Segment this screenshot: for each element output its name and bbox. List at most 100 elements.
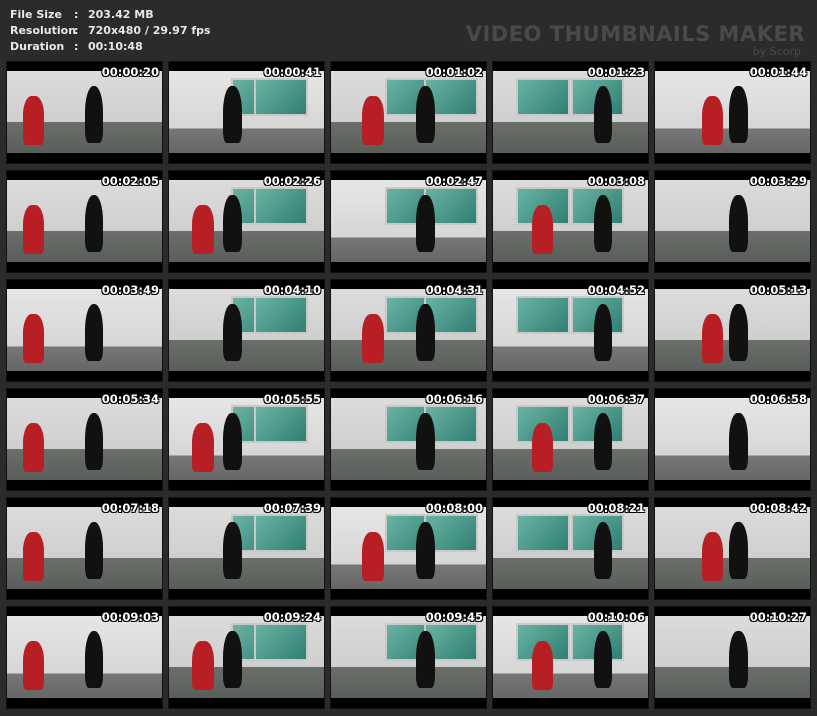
person-shape xyxy=(362,95,384,145)
thumbnail-frame-image xyxy=(331,616,486,698)
thumbnail[interactable]: 00:02:05 xyxy=(6,170,163,273)
thumbnail-frame-image xyxy=(493,180,648,262)
thumbnail[interactable]: 00:08:00 xyxy=(330,497,487,600)
person-shape xyxy=(223,85,242,144)
window-shape xyxy=(516,77,570,116)
person-shape xyxy=(729,412,748,471)
person-shape xyxy=(729,630,748,689)
thumbnail[interactable]: 00:01:23 xyxy=(492,61,649,164)
thumbnail[interactable]: 00:09:24 xyxy=(168,606,325,709)
info-label: Resolution xyxy=(10,24,77,37)
thumbnail-timestamp: 00:04:10 xyxy=(263,283,321,297)
thumbnail[interactable]: 00:05:13 xyxy=(654,279,811,382)
thumbnail-timestamp: 00:05:34 xyxy=(101,392,159,406)
thumbnail-frame-image xyxy=(7,289,162,371)
thumbnail-timestamp: 00:06:37 xyxy=(587,392,645,406)
thumbnail[interactable]: 00:06:16 xyxy=(330,388,487,491)
thumbnail-timestamp: 00:02:05 xyxy=(101,174,159,188)
thumbnail[interactable]: 00:08:21 xyxy=(492,497,649,600)
info-value: 00:10:48 xyxy=(88,40,143,53)
person-shape xyxy=(192,640,214,690)
thumbnail[interactable]: 00:03:49 xyxy=(6,279,163,382)
person-shape xyxy=(593,194,613,253)
person-shape xyxy=(531,640,554,690)
person-shape xyxy=(22,422,45,472)
thumbnail-frame-image xyxy=(655,616,810,698)
person-shape xyxy=(223,630,242,689)
thumbnail-timestamp: 00:01:02 xyxy=(425,65,483,79)
info-separator: : xyxy=(74,8,79,21)
thumbnail-timestamp: 00:09:24 xyxy=(263,610,321,624)
thumbnail[interactable]: 00:09:03 xyxy=(6,606,163,709)
thumbnail[interactable]: 00:04:31 xyxy=(330,279,487,382)
thumbnail[interactable]: 00:03:29 xyxy=(654,170,811,273)
thumbnail-frame-image xyxy=(169,71,324,153)
info-label: File Size xyxy=(10,8,62,21)
thumbnail-timestamp: 00:06:58 xyxy=(749,392,807,406)
thumbnail[interactable]: 00:01:44 xyxy=(654,61,811,164)
thumbnail-frame-image xyxy=(493,289,648,371)
thumbnail-frame-image xyxy=(7,616,162,698)
thumbnail-timestamp: 00:01:44 xyxy=(749,65,807,79)
brand-watermark: VIDEO THUMBNAILS MAKER by Scorp xyxy=(466,22,805,58)
thumbnail[interactable]: 00:07:39 xyxy=(168,497,325,600)
window-shape xyxy=(254,77,308,116)
thumbnail[interactable]: 00:01:02 xyxy=(330,61,487,164)
info-row-file-size: File Size : 203.42 MB xyxy=(10,7,211,23)
window-shape xyxy=(254,513,308,552)
thumbnail-timestamp: 00:04:31 xyxy=(425,283,483,297)
person-shape xyxy=(416,412,435,471)
thumbnail-frame-image xyxy=(655,398,810,480)
thumbnail[interactable]: 00:05:34 xyxy=(6,388,163,491)
thumbnail[interactable]: 00:08:42 xyxy=(654,497,811,600)
thumbnail-frame-image xyxy=(7,180,162,262)
thumbnail[interactable]: 00:10:27 xyxy=(654,606,811,709)
person-shape xyxy=(701,531,724,581)
person-shape xyxy=(192,204,214,254)
person-shape xyxy=(701,95,724,145)
thumbnail-frame-image xyxy=(655,71,810,153)
thumbnail-frame-image xyxy=(331,180,486,262)
person-shape xyxy=(701,313,724,363)
thumbnail-timestamp: 00:04:52 xyxy=(587,283,645,297)
thumbnail[interactable]: 00:03:08 xyxy=(492,170,649,273)
thumbnail[interactable]: 00:02:26 xyxy=(168,170,325,273)
person-shape xyxy=(84,303,104,362)
person-shape xyxy=(192,422,214,472)
thumbnail[interactable]: 00:00:41 xyxy=(168,61,325,164)
thumbnail[interactable]: 00:05:55 xyxy=(168,388,325,491)
thumbnail-frame-image xyxy=(7,71,162,153)
info-separator: : xyxy=(74,24,79,37)
person-shape xyxy=(416,85,435,144)
thumbnail-frame-image xyxy=(169,180,324,262)
thumbnail[interactable]: 00:00:20 xyxy=(6,61,163,164)
thumbnail-timestamp: 00:08:21 xyxy=(587,501,645,515)
thumbnail[interactable]: 00:06:58 xyxy=(654,388,811,491)
person-shape xyxy=(84,194,104,253)
thumbnail-frame-image xyxy=(493,71,648,153)
thumbnail-timestamp: 00:05:55 xyxy=(263,392,321,406)
thumbnail[interactable]: 00:04:10 xyxy=(168,279,325,382)
thumbnail-timestamp: 00:02:47 xyxy=(425,174,483,188)
person-shape xyxy=(416,630,435,689)
brand-subtitle: by Scorp xyxy=(752,45,801,58)
window-shape xyxy=(254,622,308,661)
thumbnail-timestamp: 00:02:26 xyxy=(263,174,321,188)
person-shape xyxy=(593,412,613,471)
thumbnail[interactable]: 00:10:06 xyxy=(492,606,649,709)
thumbnail-timestamp: 00:09:03 xyxy=(101,610,159,624)
thumbnail-grid: 00:00:20 00:00:41 00:01:02 00:01:23 00:01:44… xyxy=(6,61,811,709)
person-shape xyxy=(531,422,554,472)
thumbnail[interactable]: 00:07:18 xyxy=(6,497,163,600)
thumbnail[interactable]: 00:09:45 xyxy=(330,606,487,709)
thumbnail-frame-image xyxy=(331,507,486,589)
person-shape xyxy=(729,85,748,144)
thumbnail[interactable]: 00:06:37 xyxy=(492,388,649,491)
person-shape xyxy=(593,521,613,580)
window-shape xyxy=(516,295,570,334)
thumbnail-timestamp: 00:03:08 xyxy=(587,174,645,188)
thumbnail[interactable]: 00:04:52 xyxy=(492,279,649,382)
thumbnail-timestamp: 00:09:45 xyxy=(425,610,483,624)
thumbnail[interactable]: 00:02:47 xyxy=(330,170,487,273)
person-shape xyxy=(223,521,242,580)
